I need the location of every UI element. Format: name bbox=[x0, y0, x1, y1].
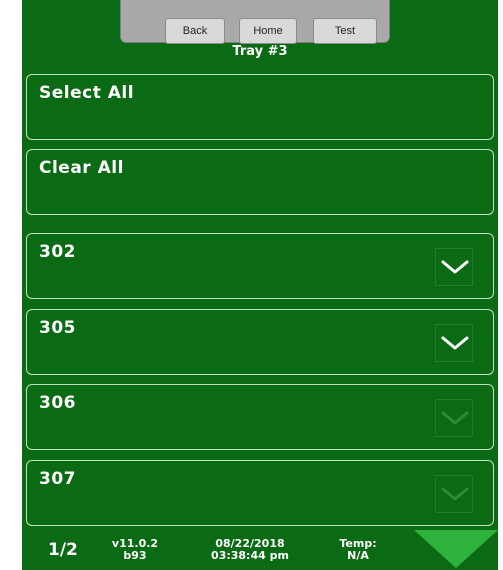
datetime-info: 08/22/2018 03:38:44 pm bbox=[200, 538, 300, 562]
clear-all-label: Clear All bbox=[39, 158, 124, 178]
item-checkbox[interactable] bbox=[435, 475, 473, 513]
item-checkbox[interactable] bbox=[435, 324, 473, 362]
tray-screen: Back Home Test Tray #3 Select All Clear … bbox=[22, 0, 498, 570]
select-all-button[interactable]: Select All bbox=[26, 74, 494, 140]
test-button[interactable]: Test bbox=[313, 18, 377, 44]
list-item-307[interactable]: 307 bbox=[26, 460, 494, 526]
list-item-label: 305 bbox=[39, 318, 76, 338]
back-button[interactable]: Back bbox=[165, 18, 225, 44]
scroll-down-arrow-icon[interactable] bbox=[414, 530, 498, 568]
list-item-305[interactable]: 305 bbox=[26, 309, 494, 375]
version-info: v11.0.2 b93 bbox=[110, 538, 160, 562]
temp-value: N/A bbox=[347, 549, 369, 562]
list-item-label: 307 bbox=[39, 469, 76, 489]
page-title: Tray #3 bbox=[232, 44, 288, 59]
list-item-label: 302 bbox=[39, 242, 76, 262]
page-indicator: 1/2 bbox=[48, 540, 78, 560]
list-item-label: 306 bbox=[39, 393, 76, 413]
select-all-label: Select All bbox=[39, 83, 135, 103]
checkmark-icon bbox=[441, 260, 469, 274]
list-item-302[interactable]: 302 bbox=[26, 233, 494, 299]
item-checkbox[interactable] bbox=[435, 248, 473, 286]
build-text: b93 bbox=[123, 549, 147, 562]
checkmark-icon bbox=[441, 411, 469, 425]
top-nav-bar: Back Home Test bbox=[120, 0, 390, 44]
item-checkbox[interactable] bbox=[435, 399, 473, 437]
temperature-info: Temp: N/A bbox=[336, 538, 380, 562]
home-button[interactable]: Home bbox=[239, 18, 297, 44]
time-text: 03:38:44 pm bbox=[211, 549, 289, 562]
checkmark-icon bbox=[441, 336, 469, 350]
clear-all-button[interactable]: Clear All bbox=[26, 149, 494, 215]
list-item-306[interactable]: 306 bbox=[26, 384, 494, 450]
checkmark-icon bbox=[441, 487, 469, 501]
